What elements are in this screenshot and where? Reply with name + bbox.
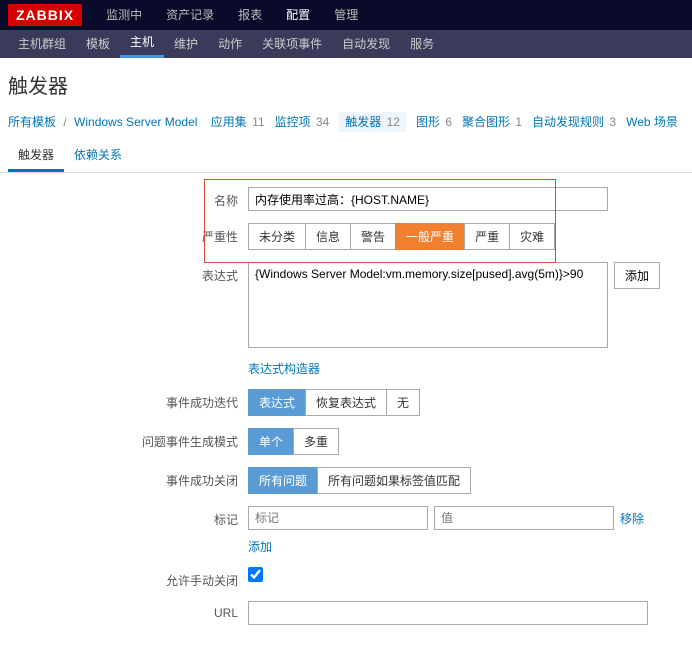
okclose-group-option[interactable]: 所有问题: [248, 467, 318, 494]
okclose-group-option[interactable]: 所有问题如果标签值匹配: [317, 467, 471, 494]
subbar: 主机群组模板主机维护动作关联项事件自动发现服务: [0, 30, 692, 58]
okiter-group-option[interactable]: 无: [386, 389, 420, 416]
ok-close-group: 所有问题所有问题如果标签值匹配: [248, 467, 471, 494]
page-title: 触发器: [0, 58, 692, 109]
label-expression: 表达式: [8, 262, 248, 284]
subnav: 主机群组模板主机维护动作关联项事件自动发现服务: [8, 30, 444, 58]
url-input[interactable]: [248, 601, 648, 625]
bc-item[interactable]: 触发器: [345, 115, 381, 129]
okiter-group-option[interactable]: 表达式: [248, 389, 306, 416]
subnav-item[interactable]: 关联项事件: [252, 30, 332, 58]
bc-item[interactable]: 应用集: [211, 115, 247, 129]
bc-count: 3: [606, 115, 616, 129]
topnav-item[interactable]: 监测中: [94, 0, 154, 30]
genmode-group-option[interactable]: 多重: [293, 428, 339, 455]
manual-close-checkbox[interactable]: [248, 567, 263, 582]
tab[interactable]: 依赖关系: [64, 140, 132, 172]
label-url: URL: [8, 601, 248, 620]
topnav-item[interactable]: 管理: [322, 0, 370, 30]
tabs: 触发器依赖关系: [0, 140, 692, 173]
subnav-item[interactable]: 动作: [208, 30, 252, 58]
label-tags: 标记: [8, 506, 248, 528]
bc-item[interactable]: 聚合图形: [462, 115, 510, 129]
bc-count: 6: [442, 115, 452, 129]
bc-count: 34: [313, 115, 330, 129]
sev-group-option[interactable]: 警告: [350, 223, 396, 250]
expression-builder-link[interactable]: 表达式构造器: [248, 360, 320, 377]
label-gen-mode: 问题事件生成模式: [8, 428, 248, 450]
subnav-item[interactable]: 自动发现: [332, 30, 400, 58]
name-input[interactable]: [248, 187, 608, 211]
subnav-item[interactable]: 服务: [400, 30, 444, 58]
add-button[interactable]: 添加: [614, 262, 660, 289]
tag-add-link[interactable]: 添加: [248, 538, 272, 555]
bc-item[interactable]: 自动发现规则: [532, 115, 604, 129]
bc-item[interactable]: Web 场景: [626, 115, 678, 129]
label-ok-close: 事件成功关闭: [8, 467, 248, 489]
bc-item[interactable]: 图形: [416, 115, 440, 129]
ok-iteration-group: 表达式恢复表达式无: [248, 389, 420, 416]
topnav: 监测中资产记录报表配置管理: [94, 0, 370, 30]
subnav-item[interactable]: 主机群组: [8, 30, 76, 58]
label-ok-iteration: 事件成功迭代: [8, 389, 248, 411]
sev-group-option[interactable]: 一般严重: [395, 223, 465, 250]
sev-group-option[interactable]: 未分类: [248, 223, 306, 250]
okiter-group-option[interactable]: 恢复表达式: [305, 389, 387, 416]
expression-textarea[interactable]: {Windows Server Model:vm.memory.size[pus…: [248, 262, 608, 348]
bc-count: 1: [512, 115, 522, 129]
label-manual-close: 允许手动关闭: [8, 567, 248, 589]
label-severity: 严重性: [8, 223, 248, 245]
sev-group-option[interactable]: 信息: [305, 223, 351, 250]
bc-count: 12: [383, 115, 400, 129]
tab[interactable]: 触发器: [8, 140, 64, 172]
tag-remove-link[interactable]: 移除: [620, 510, 644, 527]
topnav-item[interactable]: 资产记录: [154, 0, 226, 30]
breadcrumb: 所有模板 / Windows Server Model 应用集 11 监控项 34…: [0, 109, 692, 140]
topnav-item[interactable]: 报表: [226, 0, 274, 30]
bc-all-templates[interactable]: 所有模板: [8, 115, 56, 129]
bc-count: 11: [249, 115, 265, 129]
topbar: ZABBIX 监测中资产记录报表配置管理: [0, 0, 692, 30]
sev-group-option[interactable]: 严重: [464, 223, 510, 250]
severity-group: 未分类信息警告一般严重严重灾难: [248, 223, 555, 250]
sev-group-option[interactable]: 灾难: [509, 223, 555, 250]
genmode-group-option[interactable]: 单个: [248, 428, 294, 455]
subnav-item[interactable]: 主机: [120, 30, 164, 58]
topnav-item[interactable]: 配置: [274, 0, 322, 30]
tag-key-input[interactable]: [248, 506, 428, 530]
bc-sep: /: [63, 115, 66, 129]
bc-model[interactable]: Windows Server Model: [74, 115, 197, 129]
gen-mode-group: 单个多重: [248, 428, 339, 455]
subnav-item[interactable]: 维护: [164, 30, 208, 58]
subnav-item[interactable]: 模板: [76, 30, 120, 58]
label-name: 名称: [8, 187, 248, 209]
tag-value-input[interactable]: [434, 506, 614, 530]
form: 名称 严重性 未分类信息警告一般严重严重灾难 表达式 {Windows Serv…: [0, 173, 692, 651]
bc-item[interactable]: 监控项: [275, 115, 311, 129]
logo: ZABBIX: [8, 4, 82, 26]
